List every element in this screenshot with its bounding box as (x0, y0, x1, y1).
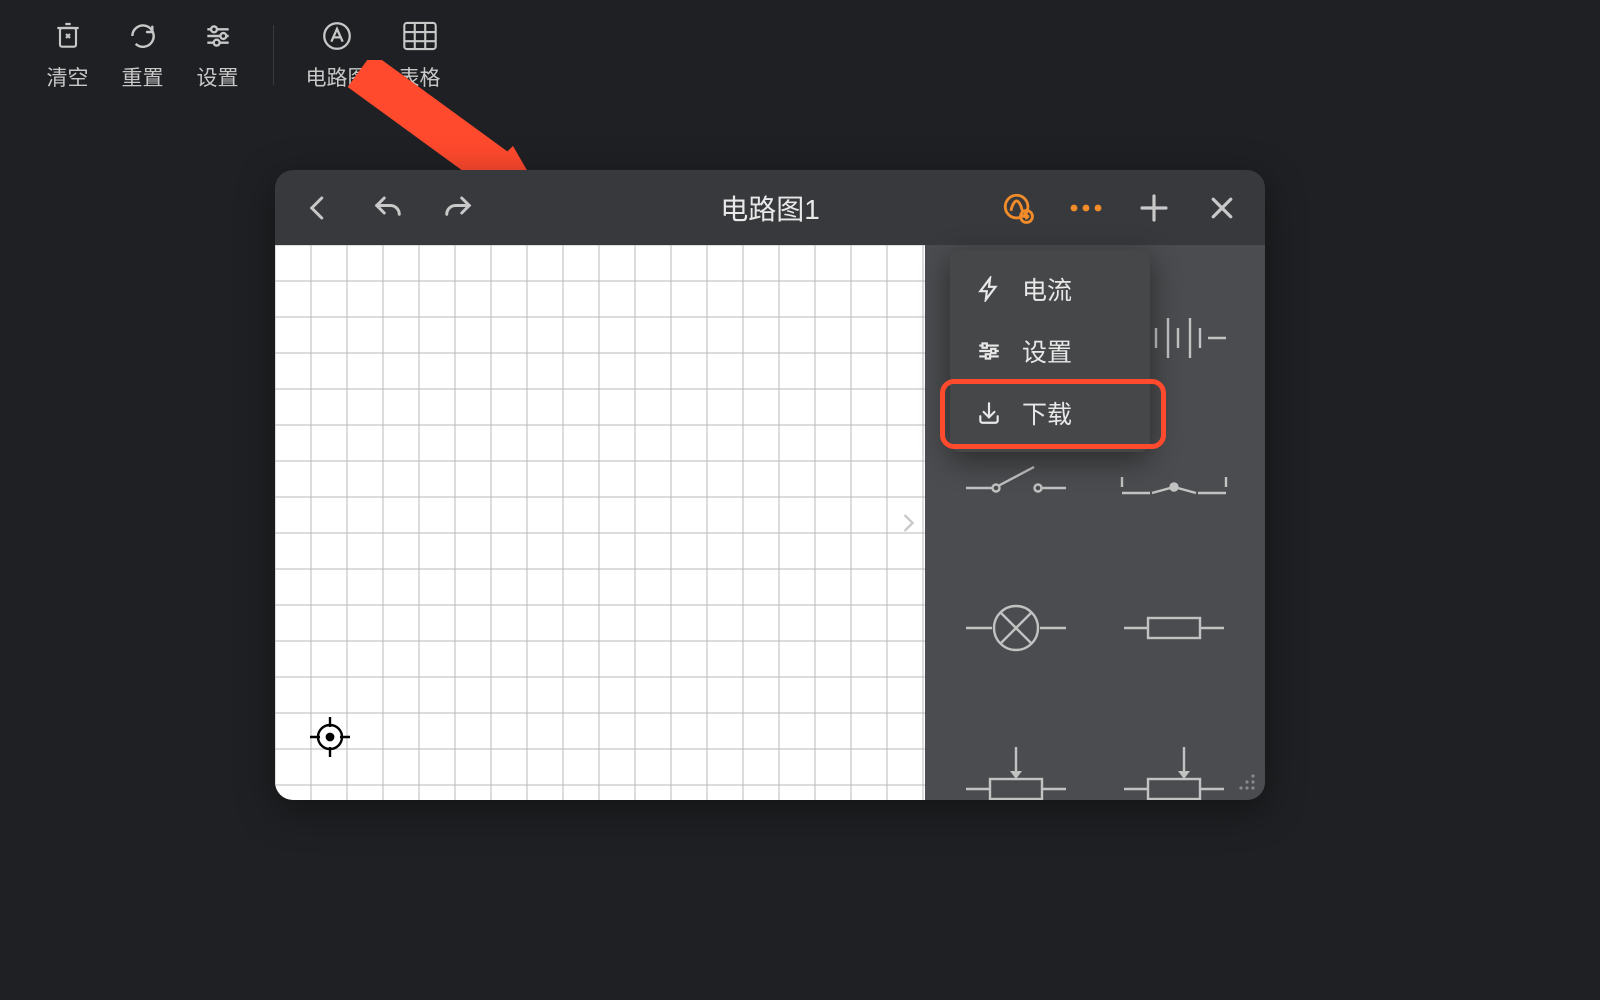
reset-button[interactable]: 重置 (105, 10, 180, 100)
circuit-a-icon (319, 18, 355, 54)
refresh-icon (125, 18, 161, 54)
download-icon (974, 398, 1004, 428)
settings-label: 设置 (197, 62, 239, 92)
menu-item-settings[interactable]: 设置 (950, 320, 1150, 382)
component-variable-resistor-a[interactable] (937, 700, 1095, 800)
clear-label: 清空 (47, 62, 89, 92)
toolbar-separator (273, 25, 274, 85)
component-variable-resistor-b[interactable] (1095, 700, 1253, 800)
window-header: 电路图1 (275, 170, 1265, 245)
clear-button[interactable]: 清空 (30, 10, 105, 100)
bolt-icon (974, 274, 1004, 304)
menu-item-settings-label: 设置 (1022, 333, 1072, 369)
menu-item-download-label: 下载 (1022, 395, 1072, 431)
more-menu-button[interactable] (1065, 187, 1107, 229)
circuit-tab-label: 电路图 (306, 62, 369, 92)
crosshair-marker-icon[interactable] (310, 717, 350, 757)
component-lamp-bulb[interactable] (937, 555, 1095, 700)
trash-icon (50, 18, 86, 54)
sliders-horizontal-icon (974, 336, 1004, 366)
menu-item-current-label: 电流 (1022, 271, 1072, 307)
canvas-grid (275, 245, 925, 800)
redo-button[interactable] (437, 187, 479, 229)
component-resistor[interactable] (1095, 555, 1253, 700)
app-toolbar: 清空 重置 设置 电路图 表格 (0, 0, 1600, 110)
undo-button[interactable] (367, 187, 409, 229)
more-dropdown-menu: 电流 设置 下载 (950, 250, 1150, 452)
resize-handle-icon[interactable] (1237, 772, 1259, 794)
expand-palette-button[interactable] (897, 505, 919, 541)
ammeter-add-button[interactable] (997, 187, 1039, 229)
close-button[interactable] (1201, 187, 1243, 229)
back-button[interactable] (297, 187, 339, 229)
settings-button[interactable]: 设置 (180, 10, 255, 100)
table-tab-label: 表格 (399, 62, 441, 92)
fullscreen-button[interactable] (1133, 187, 1175, 229)
menu-item-download[interactable]: 下载 (950, 382, 1150, 444)
sliders-icon (200, 18, 236, 54)
table-tab-button[interactable]: 表格 (382, 10, 457, 100)
reset-label: 重置 (122, 62, 164, 92)
circuit-tab-button[interactable]: 电路图 (292, 10, 382, 100)
table-icon (402, 18, 438, 54)
menu-item-current[interactable]: 电流 (950, 258, 1150, 320)
circuit-canvas[interactable] (275, 245, 925, 800)
